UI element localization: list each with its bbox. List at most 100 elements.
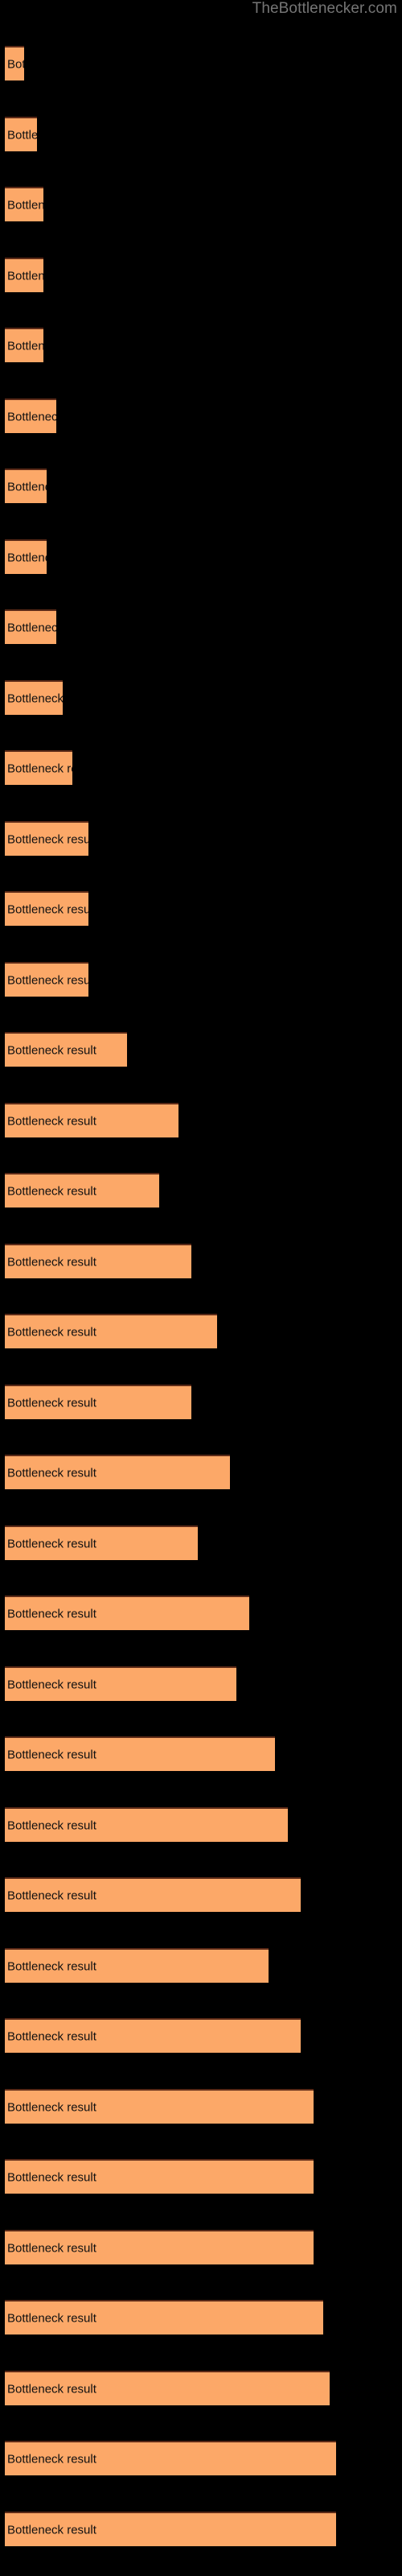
bar-31[interactable]: Bottleneck result <box>5 2159 314 2194</box>
bar-9[interactable]: Bottleneck result <box>5 609 56 644</box>
bar-row: Bottleneck result <box>0 328 402 362</box>
bar-11[interactable]: Bottleneck result <box>5 750 72 785</box>
bar-row: Bottleneck result <box>0 46 402 80</box>
bar-row: Bottleneck result <box>0 891 402 926</box>
bar-13[interactable]: Bottleneck result <box>5 891 88 926</box>
bar-label: Bottleneck result <box>7 2523 96 2537</box>
bar-16[interactable]: Bottleneck result <box>5 1103 178 1137</box>
bar-row: Bottleneck result <box>0 2300 402 2334</box>
bar-row: Bottleneck result <box>0 1314 402 1348</box>
bar-label: Bottleneck result <box>7 902 88 916</box>
bar-label: Bottleneck result <box>7 198 43 212</box>
bar-row: Bottleneck result <box>0 187 402 221</box>
bar-row: Bottleneck result <box>0 2441 402 2475</box>
bar-label: Bottleneck result <box>7 1255 96 1269</box>
bar-label: Bottleneck result <box>7 621 56 634</box>
bar-25[interactable]: Bottleneck result <box>5 1736 275 1771</box>
bar-label: Bottleneck result <box>7 339 43 353</box>
bar-label: Bottleneck result <box>7 1678 96 1691</box>
bar-label: Bottleneck result <box>7 269 43 283</box>
bar-32[interactable]: Bottleneck result <box>5 2230 314 2264</box>
bar-27[interactable]: Bottleneck result <box>5 1877 301 1912</box>
bar-label: Bottleneck result <box>7 1537 96 1550</box>
bar-17[interactable]: Bottleneck result <box>5 1173 159 1208</box>
bar-label: Bottleneck result <box>7 1396 96 1410</box>
bar-26[interactable]: Bottleneck result <box>5 1807 288 1842</box>
bottleneck-bar-chart: Bottleneck result Bottleneck result Bottle… <box>0 0 402 2576</box>
bar-row: Bottleneck result <box>0 1173 402 1208</box>
bar-label: Bottleneck result <box>7 2311 96 2325</box>
bar-label: Bottleneck result <box>7 691 63 705</box>
bar-label: Bottleneck result <box>7 410 56 423</box>
bar-label: Bottleneck result <box>7 1889 96 1902</box>
bar-row: Bottleneck result <box>0 1455 402 1489</box>
bar-label: Bottleneck result <box>7 1466 96 1480</box>
bar-3[interactable]: Bottleneck result <box>5 187 43 221</box>
bar-row: Bottleneck result <box>0 539 402 574</box>
bar-label: Bottleneck result <box>7 57 24 71</box>
bar-28[interactable]: Bottleneck result <box>5 1948 269 1983</box>
bar-label: Bottleneck result <box>7 2029 96 2043</box>
bar-label: Bottleneck result <box>7 2241 96 2255</box>
bar-29[interactable]: Bottleneck result <box>5 2018 301 2053</box>
bar-8[interactable]: Bottleneck result <box>5 539 47 574</box>
bar-row: Bottleneck result <box>0 1244 402 1278</box>
bar-row: Bottleneck result <box>0 1525 402 1560</box>
bar-1[interactable]: Bottleneck result <box>5 46 24 80</box>
bar-label: Bottleneck result <box>7 2170 96 2184</box>
bar-35[interactable]: Bottleneck result <box>5 2441 336 2475</box>
bar-10[interactable]: Bottleneck result <box>5 680 63 715</box>
bar-row: Bottleneck result <box>0 609 402 644</box>
bar-row: Bottleneck result <box>0 398 402 433</box>
bar-row: Bottleneck result <box>0 117 402 151</box>
bar-row: Bottleneck result <box>0 1385 402 1419</box>
bar-4[interactable]: Bottleneck result <box>5 258 43 292</box>
bar-34[interactable]: Bottleneck result <box>5 2371 330 2405</box>
bar-row: Bottleneck result <box>0 2512 402 2546</box>
bar-label: Bottleneck result <box>7 1184 96 1198</box>
bar-30[interactable]: Bottleneck result <box>5 2089 314 2124</box>
bar-label: Bottleneck result <box>7 128 37 142</box>
bar-row: Bottleneck result <box>0 2230 402 2264</box>
bar-22[interactable]: Bottleneck result <box>5 1525 198 1560</box>
bar-row: Bottleneck result <box>0 1103 402 1137</box>
bar-23[interactable]: Bottleneck result <box>5 1596 249 1630</box>
bar-row: Bottleneck result <box>0 258 402 292</box>
bar-7[interactable]: Bottleneck result <box>5 469 47 503</box>
bar-label: Bottleneck result <box>7 1748 96 1761</box>
bar-row: Bottleneck result <box>0 680 402 715</box>
bar-row: Bottleneck result <box>0 469 402 503</box>
bar-20[interactable]: Bottleneck result <box>5 1385 191 1419</box>
bar-label: Bottleneck result <box>7 832 88 846</box>
bar-label: Bottleneck result <box>7 551 47 564</box>
site-watermark: TheBottlenecker.com <box>252 0 397 17</box>
bar-label: Bottleneck result <box>7 2100 96 2114</box>
bar-14[interactable]: Bottleneck result <box>5 962 88 997</box>
bar-label: Bottleneck result <box>7 1114 96 1128</box>
bar-label: Bottleneck result <box>7 1818 96 1832</box>
bar-row: Bottleneck result <box>0 1736 402 1771</box>
bar-row: Bottleneck result <box>0 1877 402 1912</box>
bar-6[interactable]: Bottleneck result <box>5 398 56 433</box>
bar-row: Bottleneck result <box>0 2089 402 2124</box>
bar-5[interactable]: Bottleneck result <box>5 328 43 362</box>
bar-19[interactable]: Bottleneck result <box>5 1314 217 1348</box>
bar-label: Bottleneck result <box>7 973 88 987</box>
bar-label: Bottleneck result <box>7 2382 96 2396</box>
bar-12[interactable]: Bottleneck result <box>5 821 88 856</box>
bar-row: Bottleneck result <box>0 821 402 856</box>
bar-21[interactable]: Bottleneck result <box>5 1455 230 1489</box>
bar-row: Bottleneck result <box>0 2371 402 2405</box>
bar-row: Bottleneck result <box>0 1666 402 1701</box>
bar-24[interactable]: Bottleneck result <box>5 1666 236 1701</box>
bar-row: Bottleneck result <box>0 1807 402 1842</box>
bar-label: Bottleneck result <box>7 1607 96 1620</box>
bar-row: Bottleneck result <box>0 1032 402 1067</box>
bar-33[interactable]: Bottleneck result <box>5 2300 323 2334</box>
bar-row: Bottleneck result <box>0 962 402 997</box>
bar-15[interactable]: Bottleneck result <box>5 1032 127 1067</box>
bar-2[interactable]: Bottleneck result <box>5 117 37 151</box>
bar-row: Bottleneck result <box>0 1596 402 1630</box>
bar-36[interactable]: Bottleneck result <box>5 2512 336 2546</box>
bar-18[interactable]: Bottleneck result <box>5 1244 191 1278</box>
